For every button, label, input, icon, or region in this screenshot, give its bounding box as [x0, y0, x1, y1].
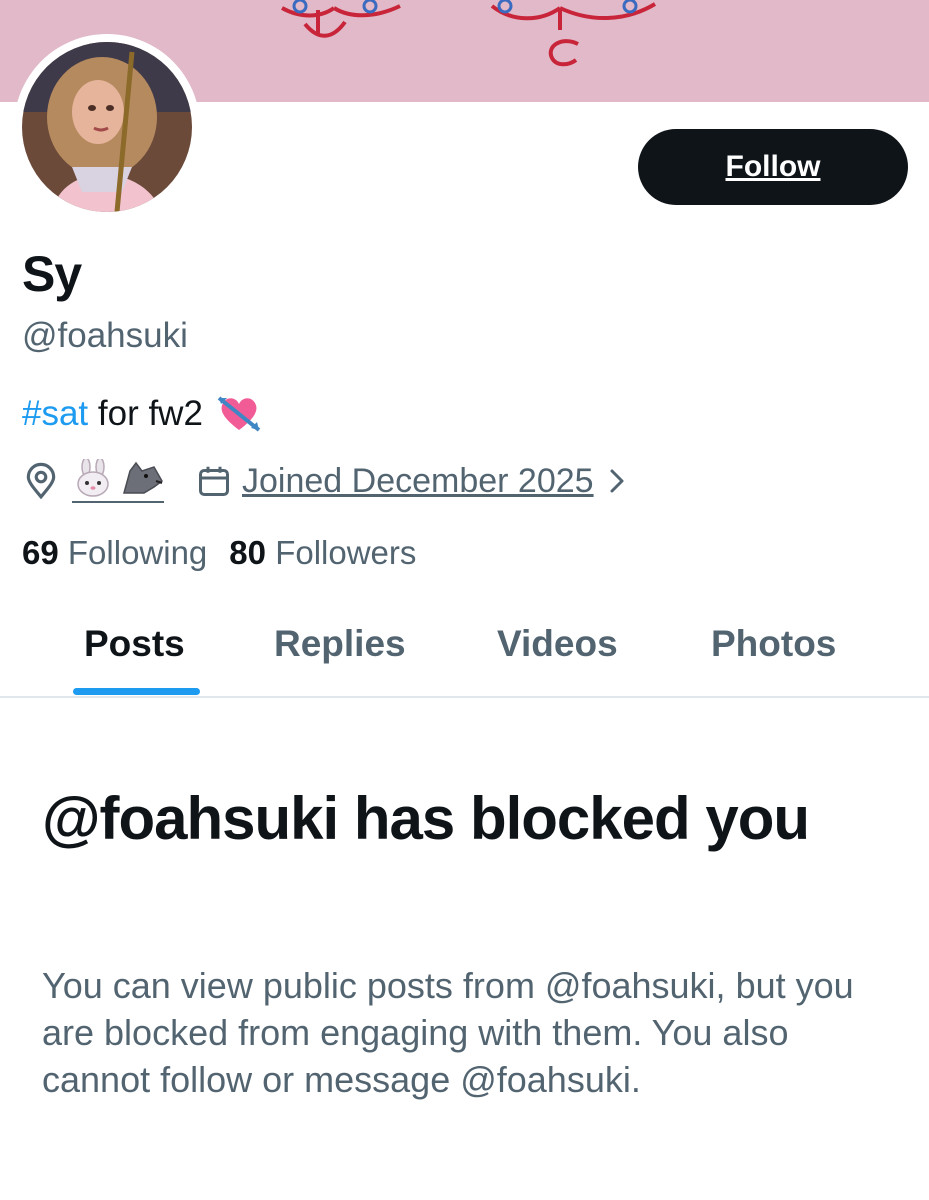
following-count: 69: [22, 534, 59, 571]
heart-with-arrow-emoji-icon: [217, 394, 261, 434]
follow-button[interactable]: Follow: [638, 129, 908, 205]
bio-hashtag-link[interactable]: #sat: [22, 390, 88, 438]
blocked-message: You can view public posts from @foahsuki…: [42, 965, 854, 1100]
followers-stat[interactable]: 80 Followers: [229, 534, 416, 571]
bio-text: for fw2: [88, 394, 203, 433]
following-label: Following: [67, 534, 208, 571]
bio: #sat for fw2: [22, 390, 261, 438]
follow-stats: 69 Following 80 Followers: [22, 530, 416, 576]
chevron-right-icon[interactable]: [608, 468, 626, 494]
wolf-icon: [123, 461, 163, 494]
active-tab-indicator: [73, 688, 200, 695]
tab-replies[interactable]: Replies: [274, 620, 406, 668]
blocked-title: @foahsuki has blocked you: [42, 785, 810, 852]
followers-label: Followers: [275, 534, 417, 571]
handle: @foahsuki: [22, 316, 188, 355]
profile-tabs: Posts Replies Videos Photos: [0, 600, 929, 698]
tab-posts[interactable]: Posts: [84, 620, 185, 668]
location-pin-icon: [22, 462, 60, 500]
location-link[interactable]: [72, 459, 164, 503]
tab-photos[interactable]: Photos: [711, 620, 836, 668]
calendar-icon: [196, 463, 232, 499]
avatar-photo: [22, 42, 192, 212]
followers-count: 80: [229, 534, 267, 571]
profile-meta-row: Joined December 2025: [22, 456, 626, 506]
tab-videos[interactable]: Videos: [497, 620, 618, 668]
display-name: Sy: [22, 246, 82, 302]
rabbit-face-icon: [77, 459, 109, 497]
following-stat[interactable]: 69 Following: [22, 534, 207, 571]
joined-date-link[interactable]: Joined December 2025: [242, 462, 594, 501]
avatar[interactable]: [14, 34, 200, 220]
